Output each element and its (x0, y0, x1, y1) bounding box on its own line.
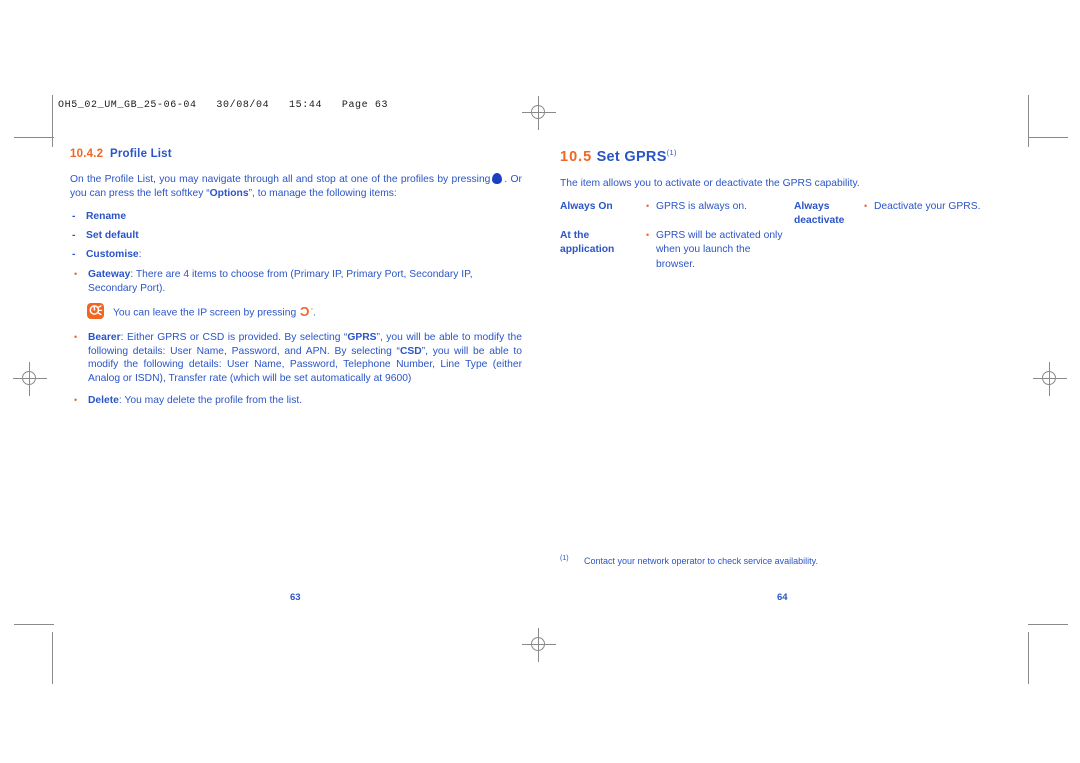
crop-mark-top-right-vertical (1028, 95, 1029, 147)
registration-mark-left-center (13, 362, 47, 396)
left-section-heading: 10.4.2 Profile List (70, 148, 522, 160)
profile-list-intro-paragraph: On the Profile List, you may navigate th… (70, 173, 522, 201)
left-section-title: Profile List (109, 148, 172, 160)
option-at-the-application: At the application (560, 229, 646, 273)
option-empty (794, 229, 864, 273)
option-line-2: application (560, 244, 615, 256)
registration-mark-top-center (522, 96, 556, 130)
set-gprs-intro: The item allows you to activate or deact… (560, 177, 860, 189)
table-row: Always On GPRS is always on. Always deac… (560, 199, 1000, 229)
footnote: (1) Contact your network operator to chec… (560, 552, 818, 568)
option-always-deactivate: Always deactivate (794, 200, 864, 229)
delete-term: Delete (88, 395, 119, 407)
footnote-text: Contact your network operator to check s… (584, 556, 818, 566)
c-key-glyph-icon: C (300, 304, 310, 320)
intro-text-part-3: ”, to manage the following items: (248, 188, 397, 199)
right-section-heading: 10.5 Set GPRS(1) (560, 148, 1000, 165)
right-section-title: Set GPRS (596, 148, 667, 165)
crop-mark-top-left-horizontal (14, 137, 54, 138)
crop-mark-top-left-vertical (52, 95, 53, 147)
page-number-left: 63 (290, 592, 301, 603)
print-slug: OH5_02_UM_GB_25-06-04 30/08/04 15:44 Pag… (58, 100, 389, 111)
section-footnote-mark: (1) (666, 148, 677, 157)
crop-mark-bottom-left-vertical (52, 632, 53, 684)
gprs-options-table: Always On GPRS is always on. Always deac… (560, 199, 1000, 273)
left-page-column: 10.4.2 Profile List On the Profile List,… (70, 148, 522, 415)
gateway-text: : There are 4 items to choose from (Prim… (88, 269, 473, 294)
intro-text-part-1: On the Profile List, you may navigate th… (70, 174, 491, 185)
description-line-continued: when you launch the browser. (656, 244, 751, 270)
bearer-bold-gprs: GPRS (347, 332, 377, 344)
option-at-the-application-description: GPRS will be activated only when you lau… (646, 228, 794, 273)
right-page-column: 10.5 Set GPRS(1) The item allows you to … (560, 148, 1000, 272)
option-suffix: : (138, 249, 142, 260)
option-always-deactivate-description: Deactivate your GPRS. (864, 199, 1000, 229)
list-item: Bearer: Either GPRS or CSD is provided. … (70, 331, 522, 385)
option-always-on: Always On (560, 200, 613, 212)
list-item: Customise: (70, 248, 522, 262)
option-label: Customise (86, 249, 139, 260)
delete-text: : You may delete the profile from the li… (118, 395, 303, 407)
option-line-2: deactivate (794, 215, 845, 227)
crop-mark-bottom-right-horizontal (1028, 624, 1068, 625)
tip-text-after: . (312, 307, 316, 319)
registration-mark-right-center (1033, 362, 1067, 396)
option-line-1: At the (560, 229, 590, 241)
option-always-on-description: GPRS is always on. (646, 199, 794, 229)
bearer-term: Bearer (88, 332, 121, 344)
crop-mark-bottom-right-vertical (1028, 632, 1029, 684)
option-label: Set default (86, 230, 139, 241)
tip-bulb-icon (87, 303, 104, 319)
description-line: GPRS is always on. (646, 199, 786, 215)
page-number-right: 64 (777, 592, 788, 603)
registration-mark-bottom-center (522, 628, 556, 662)
list-item: Gateway: There are 4 items to choose fro… (70, 268, 522, 295)
list-item: Delete: You may delete the profile from … (70, 394, 522, 408)
right-section-number: 10.5 (560, 148, 593, 165)
profile-options-list: Rename Set default Customise: (70, 210, 522, 262)
description-line: GPRS will be activated only (646, 228, 786, 244)
tip-text-before: You can leave the IP screen by pressing (113, 307, 297, 319)
bearer-delete-list: Bearer: Either GPRS or CSD is provided. … (70, 331, 522, 408)
crop-mark-bottom-left-horizontal (14, 624, 54, 625)
gateway-term: Gateway (88, 269, 131, 280)
crop-mark-top-right-horizontal (1028, 137, 1068, 138)
option-line-1: Always (794, 200, 830, 212)
list-item: Set default (70, 229, 522, 243)
option-label: Rename (86, 211, 127, 222)
options-softkey-label: Options (209, 188, 249, 199)
tip-callout: You can leave the IP screen by pressing … (87, 302, 522, 321)
left-section-number: 10.4.2 (70, 148, 104, 160)
description-empty (864, 229, 1000, 273)
ok-key-glyph-icon (492, 173, 503, 184)
list-item: Rename (70, 210, 522, 224)
footnote-mark: (1) (560, 555, 569, 562)
table-row: At the application GPRS will be activate… (560, 228, 1000, 273)
bearer-segment-1: : Either GPRS or CSD is provided. By sel… (120, 332, 348, 344)
description-line: Deactivate your GPRS. (864, 199, 992, 215)
bearer-bold-csd: CSD (399, 345, 422, 357)
customise-sublist: Gateway: There are 4 items to choose fro… (70, 268, 522, 295)
